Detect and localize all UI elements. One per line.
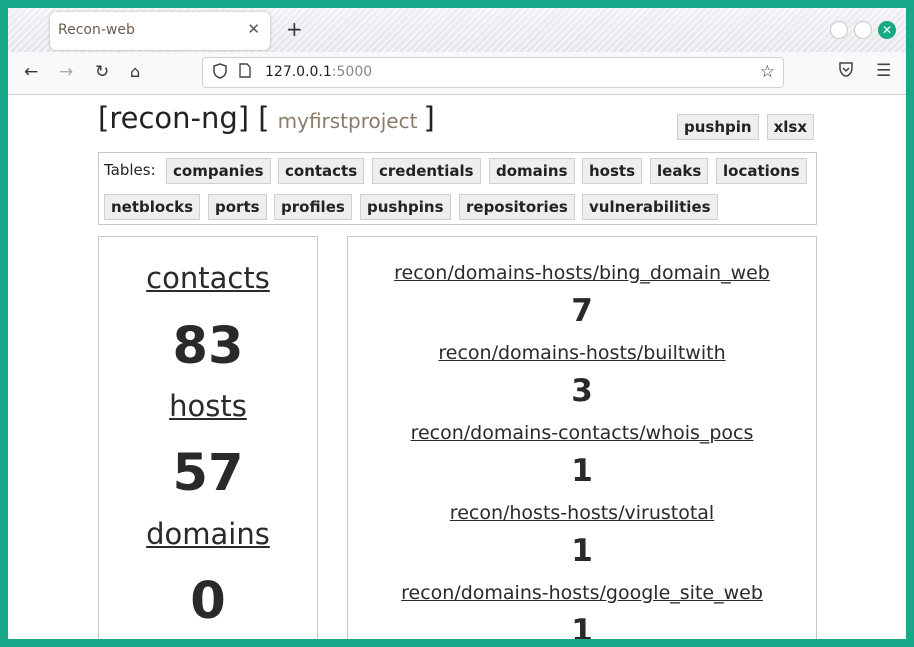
tables-label: Tables: (104, 161, 156, 179)
summary-count-hosts: 57 (172, 444, 244, 503)
project-name: myfirstproject (277, 109, 418, 133)
shield-icon[interactable] (213, 63, 227, 83)
url-text[interactable]: 127.0.0.1:5000 (265, 64, 372, 80)
module-link[interactable]: recon/hosts-hosts/virustotal (348, 502, 816, 524)
summary-count-contacts: 83 (172, 317, 244, 376)
forward-arrow-icon[interactable]: → (59, 62, 73, 82)
hamburger-menu-icon[interactable]: ☰ (876, 61, 891, 81)
navigation-toolbar: ← → ↻ ⌂ 127.0.0.1:5000 ☆ ☰ (8, 52, 906, 95)
table-contacts[interactable]: contacts (278, 158, 365, 184)
app-name: [recon-ng] (98, 101, 250, 135)
table-netblocks[interactable]: netblocks (104, 194, 201, 220)
page-title: [recon-ng] [ myfirstproject] (98, 101, 435, 135)
table-domains[interactable]: domains (489, 158, 575, 184)
module-link[interactable]: recon/domains-hosts/bing_domain_web (348, 262, 816, 284)
table-repositories[interactable]: repositories (459, 194, 575, 220)
table-profiles[interactable]: profiles (274, 194, 352, 220)
summary-link-domains[interactable]: domains (99, 517, 317, 551)
xlsx-report-button[interactable]: xlsx (766, 114, 815, 140)
modules-panel: recon/domains-hosts/bing_domain_web 7 re… (347, 236, 817, 639)
reload-icon[interactable]: ↻ (95, 62, 109, 82)
home-icon[interactable]: ⌂ (130, 62, 140, 81)
module-count: 3 (571, 373, 593, 409)
address-bar[interactable]: 127.0.0.1:5000 ☆ (202, 57, 784, 88)
maximize-button[interactable] (854, 21, 872, 39)
minimize-button[interactable] (830, 21, 848, 39)
close-tab-icon[interactable]: ✕ (247, 20, 260, 38)
pocket-icon[interactable] (838, 62, 854, 81)
back-arrow-icon[interactable]: ← (24, 62, 38, 82)
table-vulnerabilities[interactable]: vulnerabilities (582, 194, 718, 220)
module-count: 1 (571, 613, 593, 639)
url-port: :5000 (331, 64, 373, 80)
report-links: pushpin xlsx (677, 114, 822, 140)
table-locations[interactable]: locations (716, 158, 807, 184)
table-credentials[interactable]: credentials (372, 158, 481, 184)
table-pushpins[interactable]: pushpins (360, 194, 451, 220)
module-link[interactable]: recon/domains-hosts/builtwith (348, 342, 816, 364)
module-count: 1 (571, 533, 593, 569)
browser-window: Recon-web ✕ + ✕ ← → ↻ ⌂ 127.0.0.1:5000 ☆… (8, 8, 906, 639)
tab-title: Recon-web (58, 22, 135, 38)
close-bracket: ] (423, 101, 435, 135)
pushpin-report-button[interactable]: pushpin (677, 114, 759, 140)
module-count: 1 (571, 453, 593, 489)
table-hosts[interactable]: hosts (582, 158, 643, 184)
close-window-button[interactable]: ✕ (878, 21, 896, 39)
module-count: 7 (571, 293, 593, 329)
url-host: 127.0.0.1 (265, 64, 332, 80)
summary-link-hosts[interactable]: hosts (99, 389, 317, 423)
table-companies[interactable]: companies (166, 158, 271, 184)
page-icon (239, 63, 251, 82)
summary-count-domains: 0 (190, 572, 226, 631)
table-ports[interactable]: ports (208, 194, 267, 220)
tab-recon-web[interactable]: Recon-web ✕ (50, 12, 270, 50)
module-link[interactable]: recon/domains-contacts/whois_pocs (348, 422, 816, 444)
bookmark-star-icon[interactable]: ☆ (760, 62, 775, 82)
page-content: [recon-ng] [myfirstproject] pushpin xlsx … (8, 95, 906, 639)
new-tab-button[interactable]: + (286, 17, 303, 41)
table-leaks[interactable]: leaks (650, 158, 709, 184)
tables-list: Tables: companies contacts credentials d… (98, 152, 817, 225)
module-link[interactable]: recon/domains-hosts/google_site_web (348, 582, 816, 604)
open-bracket: [ (258, 101, 270, 135)
tab-strip: Recon-web ✕ + ✕ (8, 8, 906, 52)
summary-panel: contacts 83 hosts 57 domains 0 (98, 236, 318, 639)
summary-link-contacts[interactable]: contacts (99, 261, 317, 295)
